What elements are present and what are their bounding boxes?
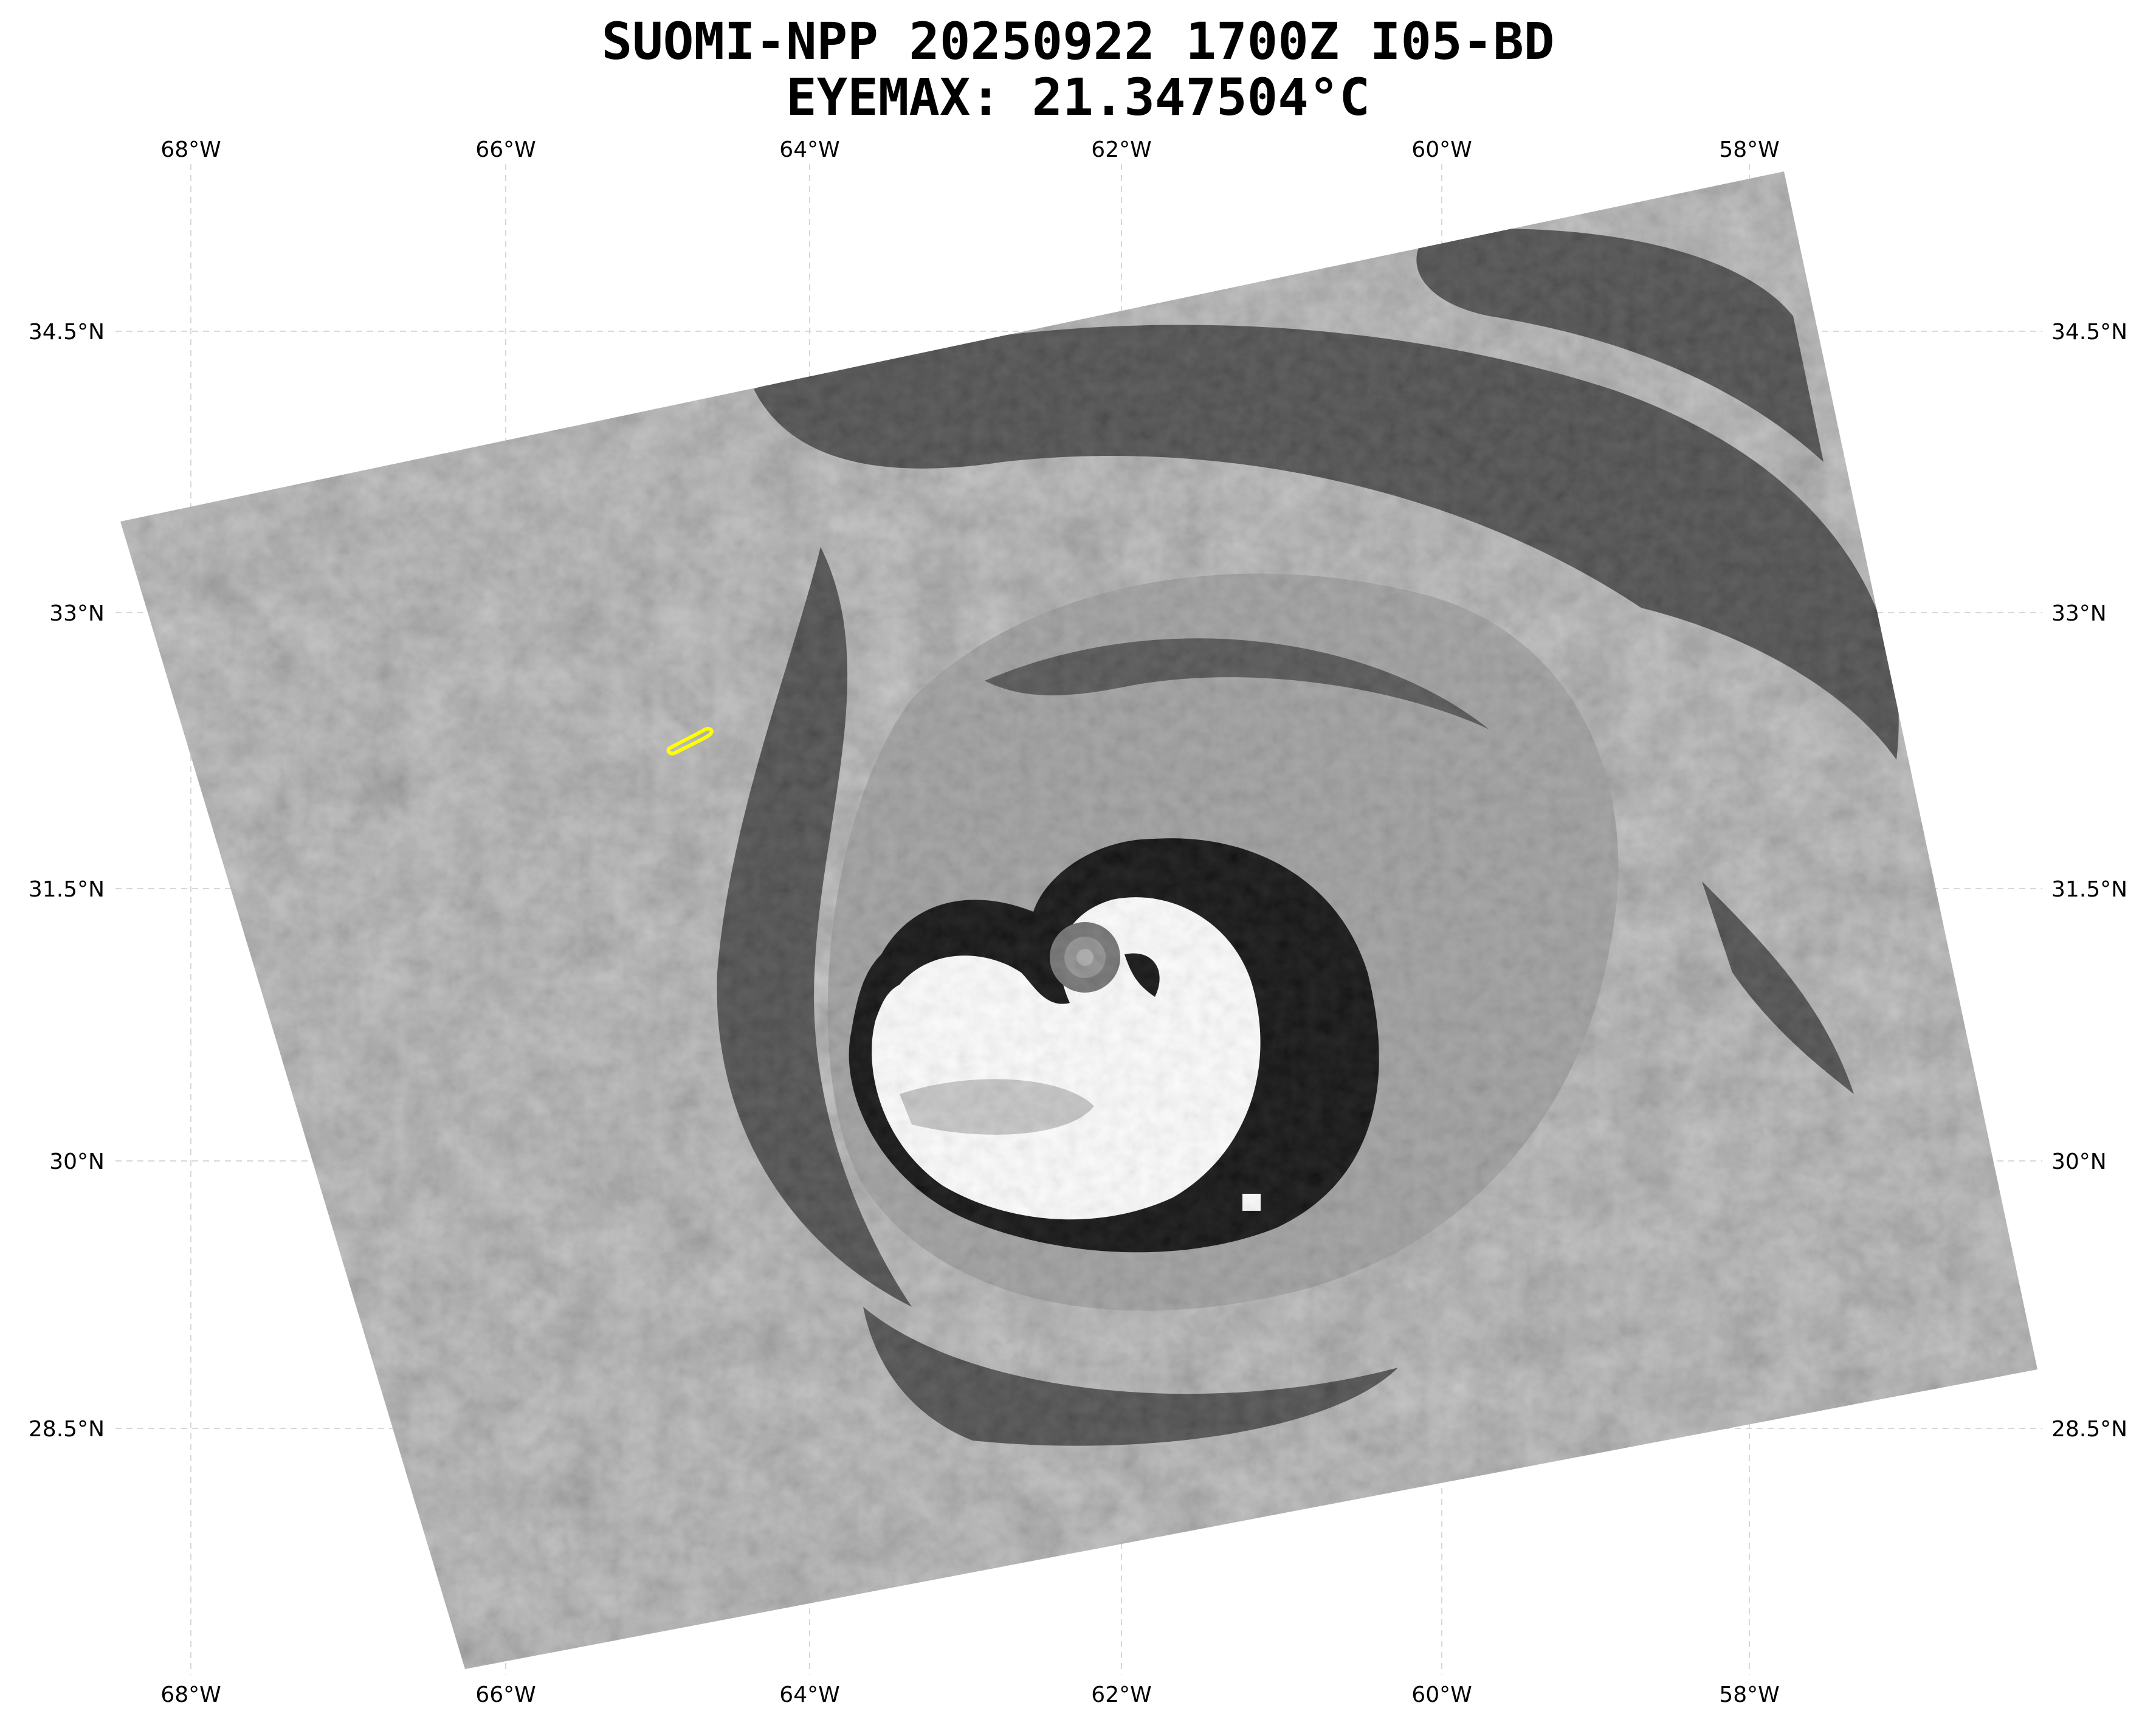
lon-bottom-label: 62°W: [1091, 1682, 1151, 1707]
lon-bottom-label: 64°W: [779, 1682, 839, 1707]
satellite-map: 68°W 66°W 64°W 62°W 60°W 58°W 68°W 66°W …: [29, 137, 2127, 1707]
lat-left-label: 28.5°N: [29, 1417, 105, 1442]
lat-left-label: 30°N: [49, 1149, 105, 1174]
lat-left-label: 34.5°N: [29, 320, 105, 345]
lon-bottom-label: 68°W: [160, 1682, 221, 1707]
lat-right-label: 28.5°N: [2051, 1417, 2127, 1442]
latitude-left-labels: 34.5°N 33°N 31.5°N 30°N 28.5°N: [29, 320, 105, 1442]
lat-right-label: 34.5°N: [2051, 320, 2127, 345]
lon-bottom-label: 66°W: [475, 1682, 536, 1707]
lat-left-label: 33°N: [49, 601, 105, 626]
lon-top-label: 58°W: [1719, 137, 1779, 162]
lon-bottom-label: 58°W: [1719, 1682, 1779, 1707]
lat-left-label: 31.5°N: [29, 877, 105, 902]
lat-right-label: 33°N: [2051, 601, 2107, 626]
lon-top-label: 64°W: [779, 137, 839, 162]
lon-top-label: 60°W: [1411, 137, 1472, 162]
lon-top-label: 66°W: [475, 137, 536, 162]
lat-right-label: 30°N: [2051, 1149, 2107, 1174]
latitude-right-labels: 34.5°N 33°N 31.5°N 30°N 28.5°N: [2051, 320, 2127, 1442]
longitude-bottom-labels: 68°W 66°W 64°W 62°W 60°W 58°W: [160, 1682, 1779, 1707]
lon-top-label: 68°W: [160, 137, 221, 162]
lon-top-label: 62°W: [1091, 137, 1151, 162]
longitude-top-labels: 68°W 66°W 64°W 62°W 60°W 58°W: [160, 137, 1779, 162]
lat-right-label: 31.5°N: [2051, 877, 2127, 902]
lon-bottom-label: 60°W: [1411, 1682, 1472, 1707]
